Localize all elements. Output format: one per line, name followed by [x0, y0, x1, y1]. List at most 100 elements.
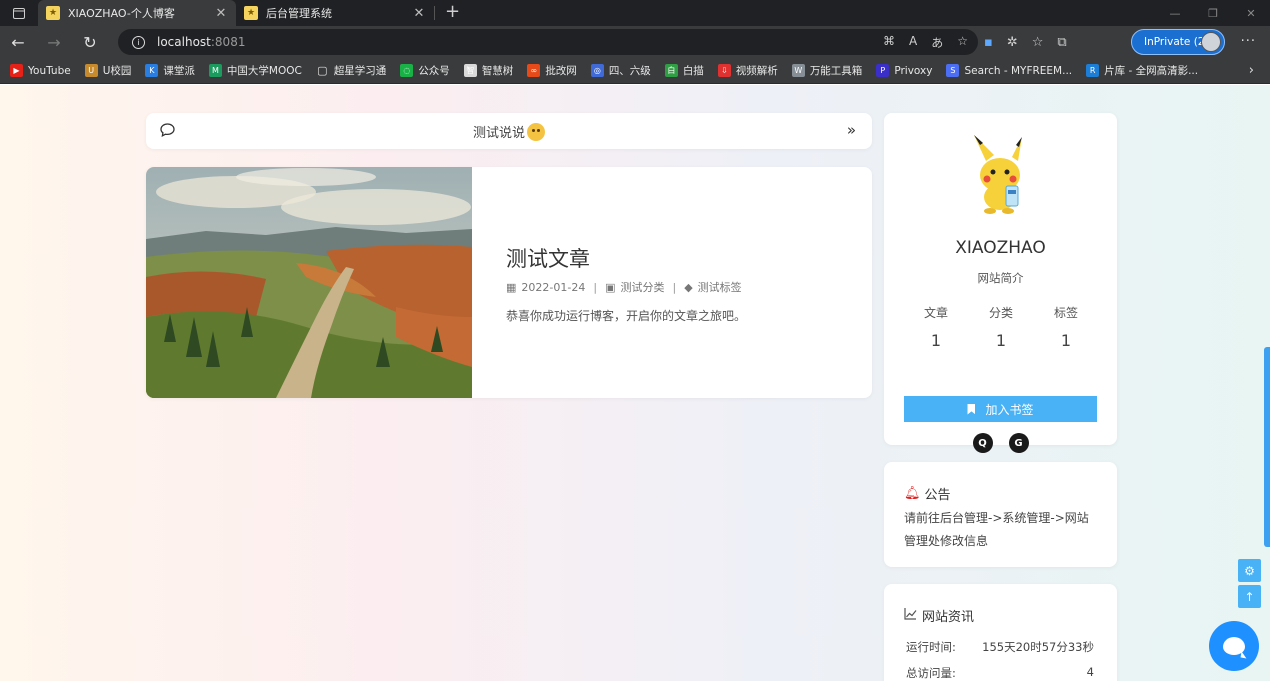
bookmark-label: 万能工具箱	[809, 65, 863, 77]
favorite-star-icon[interactable]: ☆	[957, 34, 968, 51]
article-cover-image[interactable]	[146, 167, 472, 398]
info-value: 155天20时57分33秒	[982, 640, 1094, 654]
bookmark-item[interactable]: ◌ 公众号	[400, 63, 450, 78]
tab-title: XIAOZHAO-个人博客	[68, 7, 175, 20]
site-info-card: 网站资讯 运行时间: 155天20时57分33秒 总访问量: 4	[884, 584, 1117, 681]
url-port: :8081	[210, 35, 246, 49]
scrollbar-thumb[interactable]	[1264, 347, 1270, 547]
bookmark-item[interactable]: M 中国大学MOOC	[208, 63, 302, 78]
stat-categories[interactable]: 分类 1	[969, 304, 1033, 350]
bookmark-item[interactable]: S Search - MYFREEM...	[946, 64, 1072, 77]
notice-header: 🔔︎ 公告	[904, 484, 951, 503]
notice-title: 公告	[924, 488, 951, 503]
article-date: 2022-01-24	[521, 280, 586, 294]
address-bar[interactable]: i localhost:8081 ⌘ A あ ☆	[118, 29, 978, 55]
bookmark-icon	[967, 403, 976, 415]
favorites-icon[interactable]: ☆	[1032, 35, 1044, 50]
author-name: XIAOZHAO	[955, 238, 1046, 258]
bookmark-item[interactable]: ▢ 超星学习通	[316, 63, 386, 78]
browser-tab-blog[interactable]: ★ XIAOZHAO-个人博客 ✕	[38, 0, 236, 26]
site-info-title: 网站资讯	[922, 610, 975, 625]
category-icon: ▣	[605, 280, 616, 294]
back-icon[interactable]: ←	[0, 26, 36, 58]
site-description: 网站简介	[977, 271, 1024, 285]
extension-icon[interactable]: ▪	[984, 35, 993, 50]
stat-value: 1	[1060, 331, 1072, 350]
back-to-top-button[interactable]: ↑	[1238, 585, 1261, 608]
bookmark-item[interactable]: P Privoxy	[876, 64, 932, 77]
pigai-icon: ∞	[527, 64, 541, 77]
bookmark-item[interactable]: 智智慧树	[463, 63, 514, 78]
more-menu-icon[interactable]: ···	[1241, 34, 1256, 49]
app-available-icon[interactable]: ⌘	[883, 34, 895, 51]
new-tab-icon[interactable]: +	[434, 3, 470, 21]
tab-actions-icon[interactable]	[0, 0, 38, 26]
zhihuishu-icon: 智	[463, 64, 477, 77]
bookmark-label: 公众号	[418, 65, 450, 77]
restore-icon[interactable]: ❐	[1194, 0, 1232, 26]
bookmark-item[interactable]: U U校园	[84, 63, 131, 78]
bookmark-item[interactable]: ∞ 批改网	[527, 63, 577, 78]
add-bookmark-button[interactable]: 加入书签	[904, 396, 1097, 422]
read-aloud-icon[interactable]: A	[909, 34, 917, 51]
chat-widget-button[interactable]	[1209, 621, 1259, 671]
bookmark-label: Privoxy	[894, 64, 933, 77]
bookmark-label: 视频解析	[735, 65, 778, 77]
inprivate-label: InPrivate (2)	[1144, 36, 1209, 48]
bookmark-label: 智慧树	[481, 65, 514, 77]
bookmarks-bar: ▶ YouTube U U校园 K 课堂派 M 中国大学MOOC ▢ 超星学习通 ◌ 公众号 智智慧树 ∞…	[0, 58, 1270, 84]
bookmark-item[interactable]: R 片库 - 全网高清影...	[1086, 63, 1198, 78]
page-scrollbar[interactable]	[1264, 85, 1270, 681]
close-tab-icon[interactable]: ✕	[412, 6, 426, 21]
author-stats: 文章 1 分类 1 标签 1	[904, 304, 1098, 350]
article-title[interactable]: 测试文章	[506, 243, 590, 273]
bookmark-item[interactable]: ▶ YouTube	[10, 64, 71, 77]
bookmark-item[interactable]: 白白描	[664, 63, 704, 78]
social-links: Q G	[884, 433, 1117, 453]
tab-title: 后台管理系统	[266, 7, 332, 20]
extensions-icon[interactable]: ✲	[1007, 35, 1018, 50]
bookmark-label: YouTube	[28, 64, 71, 77]
qq-icon[interactable]: Q	[972, 433, 993, 453]
cet-icon: ◎	[590, 64, 604, 77]
article-card[interactable]: 测试文章 ▦ 2022-01-24 | ▣ 测试分类 | ◆ 测试标签 恭喜你成…	[146, 167, 872, 398]
forward-icon[interactable]: →	[36, 26, 72, 58]
notice-card: 🔔︎ 公告 请前往后台管理->系统管理->网站管理处修改信息	[884, 462, 1117, 567]
window-controls: — ❐ ✕	[1156, 0, 1270, 26]
bookmark-label: 片库 - 全网高清影...	[1104, 65, 1199, 77]
stat-label: 标签	[1053, 306, 1078, 320]
refresh-icon[interactable]: ↻	[72, 26, 108, 58]
bookmark-item[interactable]: K 课堂派	[145, 63, 195, 78]
github-icon[interactable]: G	[1008, 433, 1029, 453]
info-label: 总访问量:	[906, 666, 956, 680]
bookmark-item[interactable]: ◎ 四、六级	[590, 63, 651, 78]
close-tab-icon[interactable]: ✕	[214, 6, 228, 21]
talk-bar[interactable]: 测试说说 »	[146, 113, 872, 149]
window-close-icon[interactable]: ✕	[1232, 0, 1270, 26]
info-row-visits: 总访问量: 4	[906, 665, 1094, 681]
collections-icon[interactable]: ⧉	[1057, 35, 1066, 50]
browser-tab-admin[interactable]: ★ 后台管理系统 ✕	[236, 0, 434, 26]
page-icon: ▢	[317, 64, 328, 77]
stat-tags[interactable]: 标签 1	[1034, 304, 1098, 350]
minimize-icon[interactable]: —	[1156, 0, 1194, 26]
meta-divider: |	[593, 280, 598, 294]
article-tag[interactable]: 测试标签	[698, 279, 742, 295]
ketangpai-icon: K	[145, 64, 159, 77]
translate-icon[interactable]: あ	[931, 34, 943, 51]
article-category[interactable]: 测试分类	[620, 279, 664, 295]
double-chevron-right-icon[interactable]: »	[847, 121, 856, 139]
pikachu-avatar	[974, 135, 1022, 214]
stat-articles[interactable]: 文章 1	[904, 304, 968, 350]
chat-icon	[1223, 637, 1245, 655]
settings-gear-button[interactable]: ⚙	[1238, 559, 1261, 582]
info-label: 运行时间:	[906, 640, 956, 654]
blog-page: 测试说说 » 测试文章 ▦ 2022-01-24 | ▣ 测试分类 | ◆ 测试…	[0, 85, 1270, 681]
browser-tools: ▪ ✲ ☆ ⧉	[984, 29, 1067, 55]
bookmark-item[interactable]: W 万能工具箱	[791, 63, 863, 78]
site-info-icon[interactable]: i	[132, 35, 145, 49]
stat-value: 1	[930, 331, 942, 350]
bookmarks-overflow-chevron-icon[interactable]: ›	[1249, 63, 1254, 78]
bookmark-item[interactable]: ⇩ 视频解析	[717, 63, 778, 78]
inprivate-button[interactable]: InPrivate (2)	[1131, 29, 1225, 55]
